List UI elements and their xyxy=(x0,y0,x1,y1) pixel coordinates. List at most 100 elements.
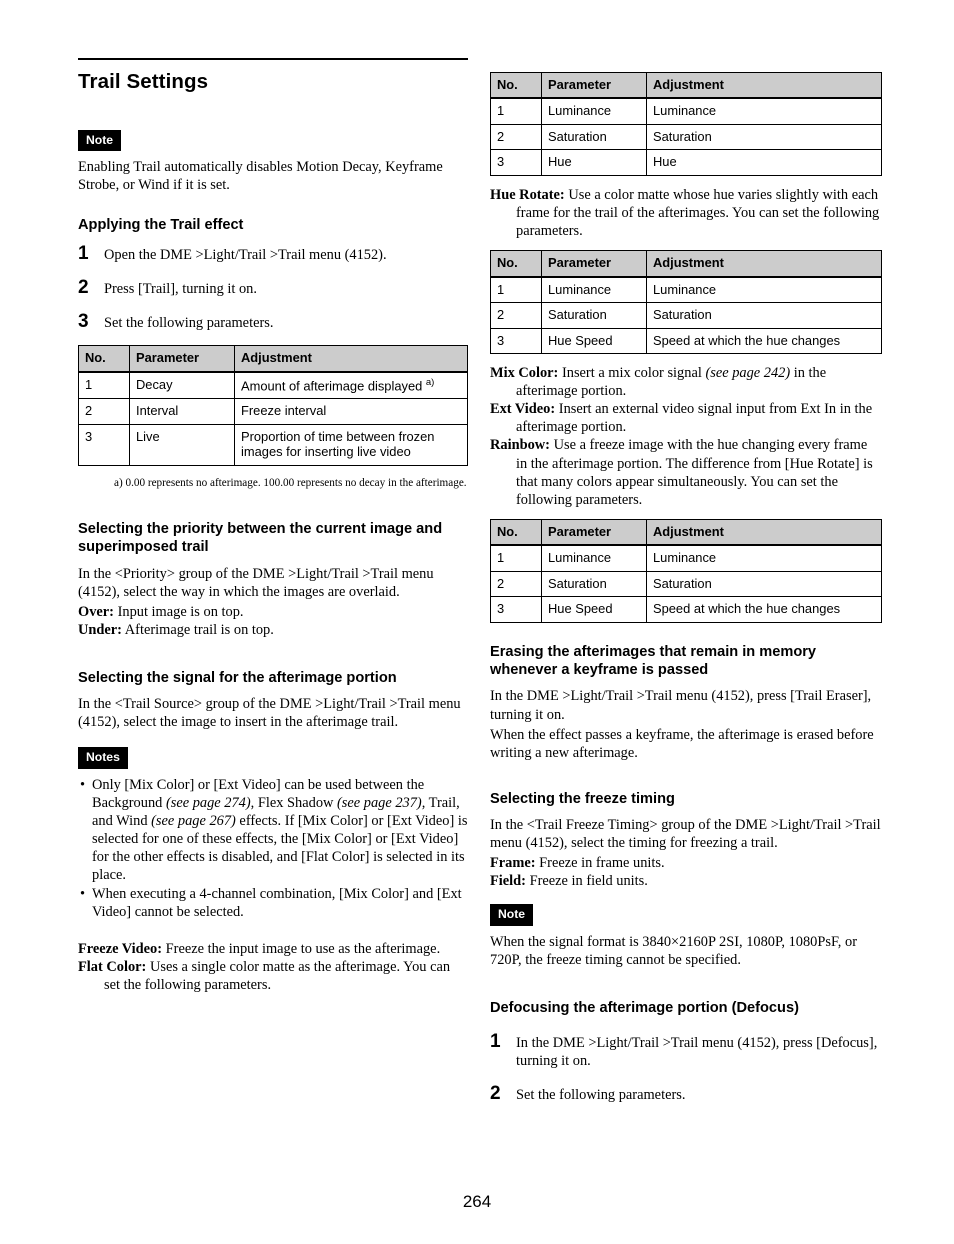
table-row: 3 Hue Speed Speed at which the hue chang… xyxy=(490,596,882,623)
definition-text-rich: Insert a mix color signal (see page 242)… xyxy=(516,365,827,400)
table-cell: 3 xyxy=(78,423,130,466)
table-cell: Hue Speed xyxy=(541,327,647,355)
notes-list: Only [Mix Color] or [Ext Video] can be u… xyxy=(78,776,468,922)
left-column: Trail Settings Note Enabling Trail autom… xyxy=(78,0,468,995)
table-cell: Amount of afterimage displayed a) xyxy=(234,371,468,400)
table-cell: 2 xyxy=(490,570,542,598)
table-cell: Hue xyxy=(541,149,647,176)
table-cell-text: Amount of afterimage displayed xyxy=(241,377,423,393)
definition-term: Freeze Video: xyxy=(78,941,163,958)
definition-over: Over: Input image is on top. xyxy=(78,603,468,621)
table-trail-parameters: No. Parameter Adjustment 1 Decay Amount … xyxy=(78,345,468,466)
note-badge: Note xyxy=(78,130,122,152)
section-applying-trail-effect: Applying the Trail effect xyxy=(78,217,244,234)
table-cell: Saturation xyxy=(541,302,647,329)
table-header-cell: No. xyxy=(490,250,542,278)
step-item: 2 Press [Trail], turning it on. xyxy=(78,277,468,298)
table-row: 1 Luminance Luminance xyxy=(490,97,882,125)
table-cell: Luminance xyxy=(646,276,882,304)
step-number: 1 xyxy=(490,1031,501,1053)
table-cell: Speed at which the hue changes xyxy=(646,596,882,623)
footnote-marker: a) xyxy=(425,376,435,388)
definition-flat-color: Flat Color: Uses a single color matte as… xyxy=(78,958,468,994)
table-cell: 1 xyxy=(78,371,130,400)
table-cell: Luminance xyxy=(541,544,647,572)
definition-freeze-video: Freeze Video: Freeze the input image to … xyxy=(78,940,468,958)
section-selecting-priority: Selecting the priority between the curre… xyxy=(78,520,443,556)
table-header-row: No. Parameter Adjustment xyxy=(490,250,882,278)
table-cell: Saturation xyxy=(541,570,647,598)
step-text: Press [Trail], turning it on. xyxy=(104,280,257,297)
table-cell: Saturation xyxy=(646,302,882,329)
definition-ext-video: Ext Video: Insert an external video sign… xyxy=(490,400,882,436)
step-item: 2 Set the following parameters. xyxy=(490,1083,882,1104)
step-number: 3 xyxy=(78,311,89,333)
table-cell: Saturation xyxy=(646,123,882,151)
table-header-cell: No. xyxy=(490,72,542,100)
definition-term: Field: xyxy=(490,873,526,890)
section-selecting-signal: Selecting the signal for the afterimage … xyxy=(78,669,397,686)
table-cell: Live xyxy=(129,423,235,466)
definition-term: Flat Color: xyxy=(78,959,147,976)
table-cell: Freeze interval xyxy=(234,398,468,425)
table-cell: 3 xyxy=(490,596,542,623)
definition-text: Freeze the input image to use as the aft… xyxy=(165,941,441,958)
definition-text: Input image is on top. xyxy=(117,603,244,620)
table-header-row: No. Parameter Adjustment xyxy=(490,72,882,100)
definition-term: Ext Video: xyxy=(490,401,556,418)
table-header-cell: Parameter xyxy=(541,518,647,547)
section-defocusing-afterimage: Defocusing the afterimage portion (Defoc… xyxy=(490,999,799,1016)
table-cell: Speed at which the hue changes xyxy=(646,327,882,355)
table-cell: Interval xyxy=(129,398,235,425)
step-text: Set the following parameters. xyxy=(104,315,274,332)
definition-term: Under: xyxy=(78,621,122,638)
table-row: 1 Luminance Luminance xyxy=(490,276,882,304)
document-page: Trail Settings Note Enabling Trail autom… xyxy=(0,0,954,1244)
definition-rainbow: Rainbow: Use a freeze image with the hue… xyxy=(490,436,882,508)
table-cell: 3 xyxy=(490,327,542,355)
definition-text: Afterimage trail is on top. xyxy=(124,621,274,638)
table-cell: Decay xyxy=(129,371,235,400)
right-column: No. Parameter Adjustment 1 Luminance Lum… xyxy=(490,0,882,1118)
table-row: 3 Hue Hue xyxy=(490,149,882,176)
definition-hue-rotate: Hue Rotate: Use a color matte whose hue … xyxy=(490,186,882,240)
freeze-timing-description: In the <Trail Freeze Timing> group of th… xyxy=(490,817,881,852)
title-rule xyxy=(78,58,468,60)
table-cell: Saturation xyxy=(646,570,882,598)
table-cell: Luminance xyxy=(541,276,647,304)
definition-text: Uses a single color matte as the afterim… xyxy=(104,959,451,994)
table-header-cell: No. xyxy=(78,345,130,373)
table-cell: 1 xyxy=(490,97,542,125)
table-cell: Luminance xyxy=(541,97,647,125)
step-text: Set the following parameters. xyxy=(516,1087,686,1104)
table-flat-color-parameters: No. Parameter Adjustment 1 Luminance Lum… xyxy=(490,72,882,176)
step-number: 2 xyxy=(78,276,89,298)
table-cell: 1 xyxy=(490,276,542,304)
table-footnote: a) 0.00 represents no afterimage. 100.00… xyxy=(114,476,467,489)
table-row: 1 Decay Amount of afterimage displayed a… xyxy=(78,371,468,400)
table-header-row: No. Parameter Adjustment xyxy=(78,345,468,373)
definition-text: Use a color matte whose hue varies sligh… xyxy=(516,186,880,240)
table-row: 2 Saturation Saturation xyxy=(490,302,882,329)
priority-description: In the <Priority> group of the DME >Ligh… xyxy=(78,565,434,600)
table-row: 2 Interval Freeze interval xyxy=(78,398,468,425)
table-cell: Hue xyxy=(646,149,882,176)
table-cell: 2 xyxy=(490,123,542,151)
table-row: 1 Luminance Luminance xyxy=(490,544,882,572)
table-cell: 3 xyxy=(490,149,542,176)
table-row: 2 Saturation Saturation xyxy=(490,570,882,598)
table-cell: Hue Speed xyxy=(541,596,647,623)
definition-text: Freeze in frame units. xyxy=(539,855,665,872)
page-number: 264 xyxy=(462,1192,492,1211)
note-bullet-rich: When executing a 4-channel combination, … xyxy=(92,886,462,921)
notes-badge: Notes xyxy=(78,747,128,769)
table-header-row: No. Parameter Adjustment xyxy=(490,518,882,547)
step-item: 1 In the DME >Light/Trail >Trail menu (4… xyxy=(490,1031,882,1070)
table-cell: Luminance xyxy=(646,97,882,125)
note-badge: Note xyxy=(490,904,534,926)
step-text: In the DME >Light/Trail >Trail menu (415… xyxy=(516,1035,878,1070)
definition-term: Frame: xyxy=(490,855,536,872)
step-item: 3 Set the following parameters. xyxy=(78,311,468,332)
table-cell: 2 xyxy=(78,398,130,425)
definition-term: Rainbow: xyxy=(490,437,550,454)
